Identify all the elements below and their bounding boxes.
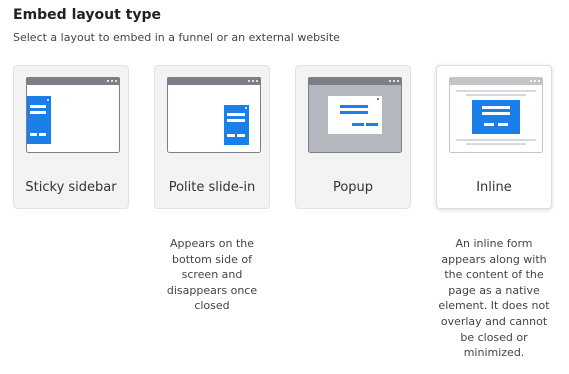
inline-description: An inline form appears along with the co… bbox=[438, 237, 550, 360]
layout-option-sticky-sidebar[interactable]: Sticky sidebar bbox=[13, 65, 129, 209]
inline-preview-icon bbox=[449, 77, 543, 153]
layout-label: Sticky sidebar bbox=[25, 180, 117, 195]
popup-preview-icon bbox=[308, 77, 402, 153]
layout-option-popup[interactable]: Popup bbox=[295, 65, 411, 209]
sticky-sidebar-preview-icon bbox=[26, 77, 120, 153]
layout-label: Popup bbox=[332, 180, 374, 195]
layout-option-inline[interactable]: Inline bbox=[436, 65, 552, 209]
section-title: Embed layout type bbox=[13, 7, 161, 23]
section-subtitle: Select a layout to embed in a funnel or … bbox=[13, 31, 340, 44]
polite-slide-in-description: Appears on the bottom side of screen and… bbox=[166, 237, 258, 313]
layout-label: Inline bbox=[476, 180, 512, 195]
polite-slide-in-preview-icon bbox=[167, 77, 261, 153]
layout-label: Polite slide-in bbox=[168, 180, 256, 195]
layout-option-polite-slide-in[interactable]: Polite slide-in bbox=[154, 65, 270, 209]
